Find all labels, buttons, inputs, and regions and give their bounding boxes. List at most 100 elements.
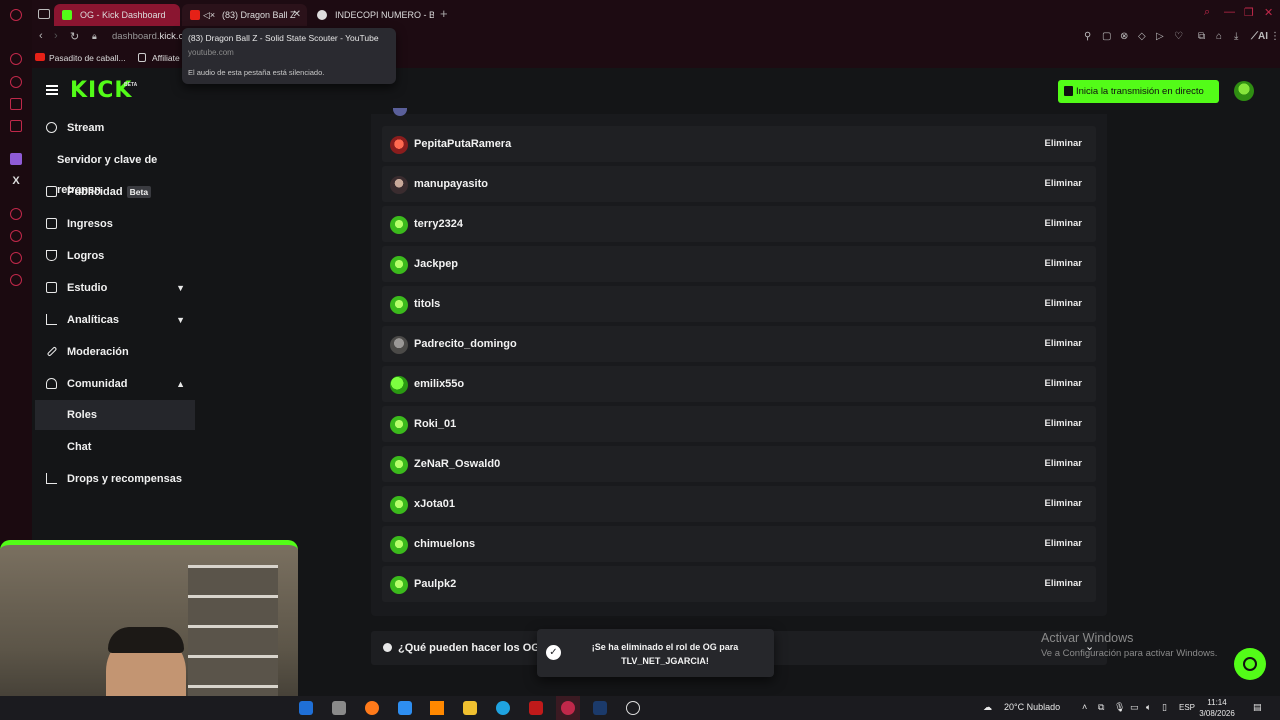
user-avatar[interactable] (390, 176, 408, 194)
user-avatar[interactable] (390, 456, 408, 474)
user-avatar[interactable] (390, 536, 408, 554)
tab-google[interactable]: INDECOPI NUMERO - Busc (309, 4, 434, 26)
reload-icon[interactable]: ↻ (70, 30, 79, 43)
user-avatar[interactable] (390, 336, 408, 354)
remove-og-button[interactable]: Eliminar (1045, 338, 1083, 349)
messenger-icon[interactable] (10, 98, 22, 110)
username[interactable]: terry2324 (414, 218, 463, 230)
remove-og-button[interactable]: Eliminar (1045, 458, 1083, 469)
remove-og-button[interactable]: Eliminar (1045, 418, 1083, 429)
opera-icon[interactable] (561, 701, 575, 715)
user-avatar[interactable] (390, 376, 408, 394)
sidebar-item-community[interactable]: Comunidad ▲ (35, 369, 195, 399)
language-indicator[interactable]: ESP (1179, 703, 1195, 712)
opera-logo-icon[interactable] (10, 9, 22, 21)
new-tab-icon[interactable]: + (440, 6, 448, 21)
remove-og-button[interactable]: Eliminar (1045, 298, 1083, 309)
weather-text[interactable]: 20°C Nublado (1004, 702, 1060, 712)
sidebar-item-stream-key[interactable]: Servidor y clave de retransn (35, 145, 195, 196)
vpn-icon[interactable]: ◇ (1138, 31, 1146, 42)
download-icon[interactable]: ⤓ (1234, 31, 1238, 42)
support-chat-button[interactable] (1234, 648, 1266, 680)
search-tabs-icon[interactable]: ⌕ (1204, 6, 1210, 19)
username[interactable]: Jackpep (414, 258, 458, 270)
forward-icon[interactable]: › (54, 30, 58, 42)
weather-icon[interactable]: ☁ (983, 702, 992, 713)
x-icon[interactable]: X (10, 175, 22, 187)
muted-speaker-icon[interactable]: ◁× (203, 4, 215, 26)
profile-avatar[interactable] (1234, 81, 1254, 101)
sidebar-item-ads[interactable]: Publicidad Beta (35, 177, 195, 207)
battery-icon[interactable]: ▯ (1162, 702, 1167, 713)
go-live-button[interactable]: Inicia la transmisión en directo (1058, 80, 1219, 103)
play-icon[interactable]: ▷ (1156, 31, 1164, 42)
remove-og-button[interactable]: Eliminar (1045, 138, 1083, 149)
sidebar-item-chat[interactable]: Chat (35, 432, 195, 462)
username[interactable]: xJota01 (414, 498, 455, 510)
aria-icon[interactable] (10, 53, 22, 65)
pin-icon[interactable]: ⚲ (1084, 31, 1091, 42)
close-tab-icon[interactable]: ✕ (293, 4, 301, 26)
remove-og-button[interactable]: Eliminar (1045, 378, 1083, 389)
sidebar-item-achievements[interactable]: Logros (35, 241, 195, 271)
remove-og-button[interactable]: Eliminar (1045, 218, 1083, 229)
wallet-icon[interactable]: ⌂ (1216, 31, 1222, 42)
user-avatar[interactable] (390, 216, 408, 234)
heart-icon[interactable]: ♡ (1174, 31, 1183, 42)
user-avatar[interactable] (390, 296, 408, 314)
sidebar-item-revenue[interactable]: Ingresos (35, 209, 195, 239)
remove-og-button[interactable]: Eliminar (1045, 538, 1083, 549)
app-icon[interactable] (332, 701, 346, 715)
user-avatar[interactable] (390, 256, 408, 274)
username[interactable]: Padrecito_domingo (414, 338, 517, 350)
remove-og-button[interactable]: Eliminar (1045, 498, 1083, 509)
tab-menu-icon[interactable] (38, 9, 50, 19)
sidebar-item-analytics[interactable]: Analíticas ▼ (35, 305, 195, 335)
steam-icon[interactable] (593, 701, 607, 715)
copilot-icon[interactable] (398, 701, 412, 715)
edge-icon[interactable] (496, 701, 510, 715)
extensions-icon[interactable]: ⧉ (1198, 31, 1205, 42)
vlc-icon[interactable] (430, 701, 444, 715)
tab-kick-dashboard[interactable]: OG - Kick Dashboard (54, 4, 180, 26)
user-avatar[interactable] (390, 136, 408, 154)
player-icon[interactable] (10, 208, 22, 220)
firefox-icon[interactable] (365, 701, 379, 715)
twitch-icon[interactable] (10, 153, 22, 165)
volume-icon[interactable]: 🔈︎ (1146, 702, 1151, 713)
history-icon[interactable] (10, 230, 22, 242)
clock[interactable]: 11:14 3/08/2026 (1196, 697, 1238, 719)
hamburger-menu-icon[interactable] (46, 85, 58, 95)
maximize-icon[interactable]: ❐ (1244, 6, 1254, 19)
minimize-icon[interactable]: — (1224, 6, 1235, 18)
back-icon[interactable]: ‹ (39, 30, 43, 42)
bookmark-item[interactable]: Pasadito de caball... (35, 53, 126, 63)
network-icon[interactable]: ▭ (1130, 702, 1139, 713)
home-icon[interactable] (10, 76, 22, 88)
username[interactable]: chimuelons (414, 538, 475, 550)
remove-og-button[interactable]: Eliminar (1045, 578, 1083, 589)
username[interactable]: Paulpk2 (414, 578, 456, 590)
settings-icon[interactable] (10, 274, 22, 286)
adblock-icon[interactable]: ⊗ (1120, 31, 1128, 42)
app-red-icon[interactable] (529, 701, 543, 715)
screenshot-icon[interactable]: ▢ (1102, 31, 1111, 42)
tab-youtube[interactable]: ◁× (83) Dragon Ball Z ✕ (182, 4, 307, 26)
url-field[interactable]: dashboard.kick.c (112, 31, 183, 42)
user-avatar[interactable] (390, 496, 408, 514)
username[interactable]: emilix55o (414, 378, 464, 390)
username[interactable]: PepitaPutaRamera (414, 138, 511, 150)
remove-og-button[interactable]: Eliminar (1045, 178, 1083, 189)
microphone-icon[interactable]: 🎙︎ (1114, 702, 1125, 713)
sidebar-item-studio[interactable]: Estudio ▼ (35, 273, 195, 303)
ai-button[interactable]: ⟋AI (1251, 31, 1268, 42)
tray-chevron-icon[interactable]: ˄ (1082, 702, 1087, 712)
menu-icon[interactable]: ⋮ (1270, 31, 1280, 42)
sidebar-item-drops[interactable]: Drops y recompensas (35, 464, 195, 494)
instagram-icon[interactable] (10, 120, 22, 132)
sidebar-item-moderation[interactable]: Moderación (35, 337, 195, 367)
user-avatar[interactable] (390, 416, 408, 434)
username[interactable]: titols (414, 298, 440, 310)
tray-app-icon[interactable]: ⧉ (1098, 702, 1104, 713)
extensions-side-icon[interactable] (10, 252, 22, 264)
